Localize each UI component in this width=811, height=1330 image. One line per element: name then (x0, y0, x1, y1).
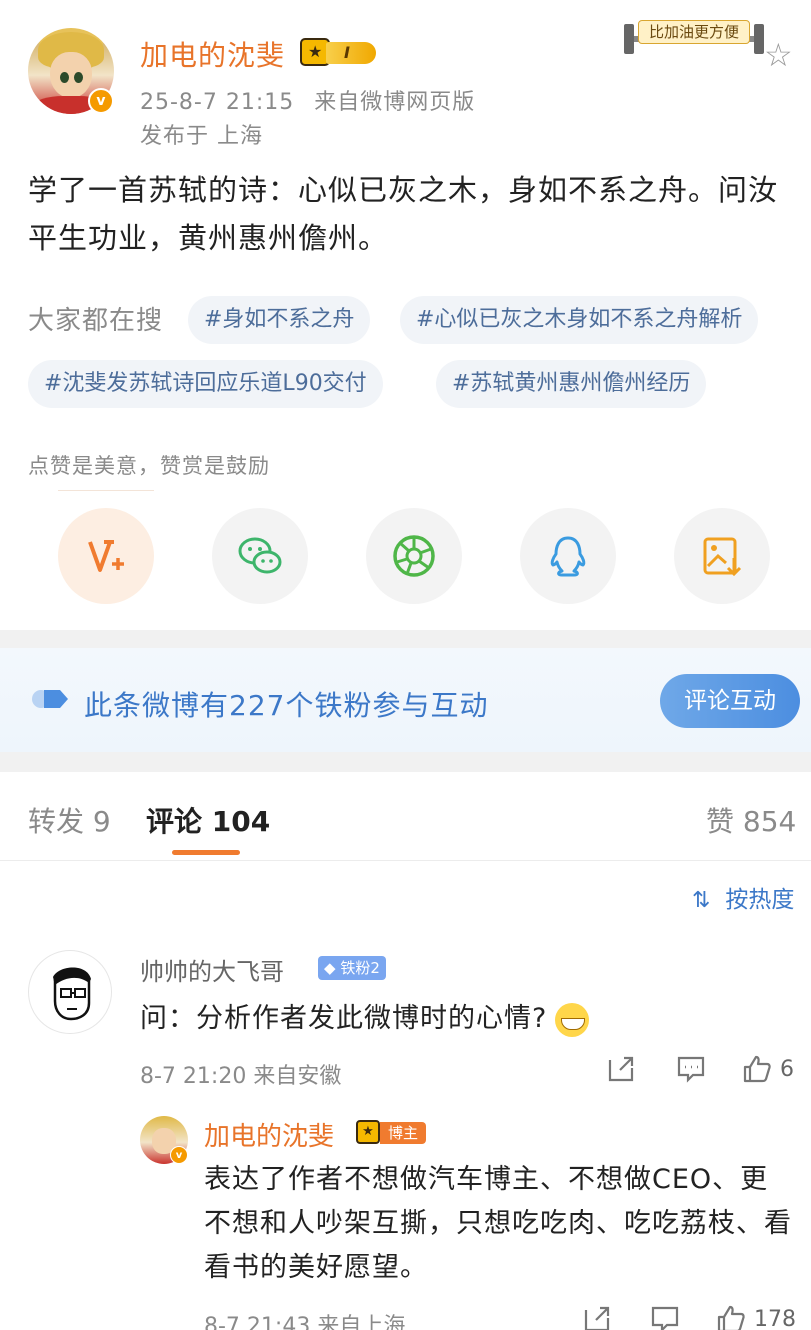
post-source: 来自微博网页版 (314, 90, 476, 115)
reply-like-count: 178 (754, 1306, 796, 1330)
reply-comment-button[interactable] (650, 1304, 680, 1330)
avatar-face (50, 52, 92, 98)
verified-badge-icon: v (88, 88, 114, 114)
post-header: v 加电的沈斐 I 25-8-7 21:15 来自微博网页版 发布于 上海 比加… (28, 20, 798, 149)
fuel-sticker-text: 比加油更方便 (638, 20, 750, 44)
blogger-badge: 博主 (380, 1122, 427, 1144)
membership-badge[interactable]: I (300, 38, 378, 66)
iron-fan-level: 铁粉2 (340, 959, 380, 977)
comment-meta: 8-7 21:20 来自安徽 (140, 1064, 342, 1089)
comment-text: 问：分析作者发此微博时的心情? (140, 996, 590, 1037)
comment-bubble-icon (651, 1306, 679, 1330)
barbell-plate (624, 24, 634, 54)
reply-author-name[interactable]: 加电的沈斐 (204, 1116, 334, 1153)
tip-divider (58, 490, 154, 491)
fuel-sticker: 比加油更方便 (624, 8, 764, 68)
share-arrow-icon (584, 1306, 610, 1330)
moments-icon (393, 535, 435, 577)
save-image-button[interactable] (674, 508, 770, 604)
comment-body: 问：分析作者发此微博时的心情? (140, 1003, 548, 1034)
author-name[interactable]: 加电的沈斐 (140, 34, 285, 74)
barbell-plate (754, 24, 764, 54)
reply-text: 表达了作者不想做汽车博主、不想做CEO、更不想和人吵架互撕，只想吃吃肉、吃吃荔枝… (204, 1164, 792, 1283)
sort-by-hot-button[interactable]: ⇅ 按热度 (692, 880, 794, 914)
reward-icon (88, 540, 124, 572)
wechat-share-button[interactable] (212, 508, 308, 604)
fan-badge-icon (32, 690, 68, 708)
thumbs-up-icon (743, 1055, 771, 1083)
section-divider (0, 630, 811, 648)
moments-share-button[interactable] (366, 508, 462, 604)
comment-bubble-icon (677, 1056, 705, 1083)
sort-label: 按热度 (725, 887, 795, 913)
post-date: 25-8-7 21:15 (140, 90, 295, 115)
verified-badge-icon: v (170, 1146, 188, 1164)
post-meta: 25-8-7 21:15 来自微博网页版 (140, 84, 475, 116)
reward-tip: 点赞是美意，赞赏是鼓励 (28, 454, 270, 478)
tab-likes[interactable]: 赞 854 (706, 800, 796, 840)
comment-reply-button[interactable] (676, 1054, 706, 1084)
member-level: I (326, 42, 376, 64)
comment-interact-button[interactable]: 评论互动 (660, 674, 800, 728)
iron-fan-badge: ◆ 铁粉2 (318, 956, 386, 980)
reply-share-button[interactable] (582, 1304, 612, 1330)
fan-interaction-text: 此条微博有227个铁粉参与互动 (84, 689, 489, 722)
post-location: 发布于 上海 (140, 124, 263, 149)
commenter-name[interactable]: 帅帅的大飞哥 (140, 952, 284, 987)
commenter-face (53, 967, 91, 1021)
wechat-icon (238, 537, 282, 574)
fan-interaction-banner[interactable]: 此条微博有227个铁粉参与互动 评论互动 (0, 648, 811, 752)
thumbs-up-icon (717, 1305, 745, 1330)
reply-meta: 8-7 21:43 来自上海 (204, 1314, 406, 1330)
search-chip[interactable]: #沈斐发苏轼诗回应乐道L90交付 (28, 360, 383, 408)
favorite-star-icon[interactable]: ☆ (764, 38, 798, 72)
comment-like-count: 6 (780, 1056, 794, 1082)
grin-emoji-icon (555, 1002, 590, 1037)
trending-search-label: 大家都在搜 (28, 306, 164, 336)
search-chip[interactable]: #苏轼黄州惠州儋州经历 (436, 360, 707, 408)
search-chip[interactable]: #心似已灰之木身如不系之舟解析 (400, 296, 759, 344)
save-image-icon (703, 537, 742, 577)
active-tab-indicator (172, 850, 240, 855)
search-chip[interactable]: #身如不系之舟 (188, 296, 371, 344)
section-divider (0, 752, 811, 772)
reward-button[interactable] (58, 508, 154, 604)
sort-icon: ⇅ (692, 888, 711, 913)
share-arrow-icon (608, 1056, 634, 1082)
qq-icon (550, 536, 586, 577)
tab-divider (0, 860, 811, 861)
commenter-avatar[interactable] (28, 950, 112, 1034)
post-text: 学了一首苏轼的诗：心似已灰之木，身如不系之舟。问汝平生功业，黄州惠州儋州。 (28, 173, 779, 255)
tab-comments[interactable]: 评论 104 (146, 800, 270, 840)
comment-like-button[interactable]: 6 (742, 1054, 794, 1084)
crown-icon: ★ (356, 1120, 380, 1144)
comment-share-button[interactable] (606, 1054, 636, 1084)
tab-repost[interactable]: 转发 9 (28, 800, 111, 840)
avatar-eye (74, 72, 83, 83)
avatar-eye (60, 72, 69, 83)
reply-like-button[interactable]: 178 (716, 1304, 796, 1330)
qq-share-button[interactable] (520, 508, 616, 604)
